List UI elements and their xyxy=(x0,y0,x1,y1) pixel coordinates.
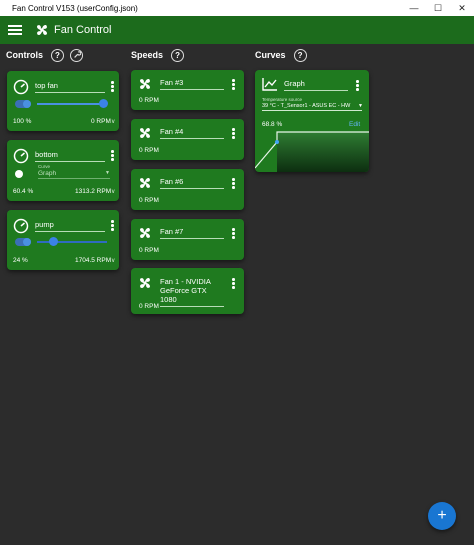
fan-icon xyxy=(140,128,150,138)
speed-rpm: 0 RPM xyxy=(139,147,159,154)
curve-percent: 68.8 % xyxy=(262,121,283,128)
control-card-pump: pump 24 % 1704.5 RPM ∨ xyxy=(7,210,119,270)
control-rpm: 1313.2 RPM xyxy=(75,188,112,195)
speedometer-icon xyxy=(13,218,29,234)
controls-title: Controls xyxy=(6,50,43,60)
control-rpm: 1704.5 RPM xyxy=(75,257,112,264)
more-options-icon[interactable] xyxy=(356,80,359,91)
speed-rpm: 0 RPM xyxy=(139,197,159,204)
line-chart-icon xyxy=(262,78,277,91)
control-percent: 24 % xyxy=(13,257,28,264)
temperature-source-label: Temperature source xyxy=(262,97,303,102)
speed-card: Fan #3 0 RPM xyxy=(131,70,244,110)
control-percent: 60.4 % xyxy=(13,188,34,195)
curve-name[interactable]: Graph xyxy=(284,79,348,91)
speedometer-icon xyxy=(13,79,29,95)
speed-name[interactable]: Fan #3 xyxy=(160,78,224,90)
speed-name-line2[interactable]: GeForce GTX 1080 xyxy=(160,286,224,307)
speed-card: Fan #7 0 RPM xyxy=(131,219,244,260)
dropdown-arrow-icon[interactable]: ▼ xyxy=(105,170,110,176)
add-button[interactable]: + xyxy=(428,502,456,530)
speed-rpm: 0 RPM xyxy=(139,303,159,310)
window-title: Fan Control V153 (userConfig.json) xyxy=(12,3,138,13)
window-titlebar: Fan Control V153 (userConfig.json) — ☐ ✕ xyxy=(0,0,474,16)
menu-icon[interactable] xyxy=(8,25,22,35)
controls-header: Controls ? xyxy=(6,47,83,63)
control-name[interactable]: top fan xyxy=(35,81,105,93)
control-rpm: 0 RPM xyxy=(91,118,111,125)
more-options-icon[interactable] xyxy=(232,178,235,189)
app-bar: Fan Control xyxy=(0,16,474,44)
speed-card: Fan 1 - NVIDIA GeForce GTX 1080 0 RPM xyxy=(131,268,244,314)
curves-title: Curves xyxy=(255,50,286,60)
speed-slider-thumb[interactable] xyxy=(99,99,108,108)
edit-link[interactable]: Edit xyxy=(349,121,360,128)
chevron-down-icon[interactable]: ∨ xyxy=(111,257,115,264)
toggle-knob xyxy=(23,238,31,246)
more-options-icon[interactable] xyxy=(111,220,114,231)
fan-icon xyxy=(140,178,150,188)
fan-icon xyxy=(140,228,150,238)
maximize-button[interactable]: ☐ xyxy=(426,0,450,16)
speed-card: Fan #4 0 RPM xyxy=(131,119,244,160)
speed-name[interactable]: Fan #7 xyxy=(160,227,224,239)
dropdown-arrow-icon[interactable]: ▼ xyxy=(358,103,363,109)
speed-name[interactable]: Fan #6 xyxy=(160,177,224,189)
app-title: Fan Control xyxy=(54,24,112,36)
fan-logo-icon xyxy=(37,25,47,35)
toggle-knob xyxy=(23,100,31,108)
speeds-title: Speeds xyxy=(131,50,164,60)
more-options-icon[interactable] xyxy=(232,79,235,90)
chevron-down-icon[interactable]: ∨ xyxy=(111,118,115,125)
control-name[interactable]: bottom xyxy=(35,150,105,162)
speed-slider-track[interactable] xyxy=(37,103,107,105)
speed-name[interactable]: Fan #4 xyxy=(160,127,224,139)
speeds-help-icon[interactable]: ? xyxy=(171,48,185,62)
speeds-header: Speeds ? xyxy=(131,47,185,63)
minimize-button[interactable]: — xyxy=(402,0,426,16)
more-options-icon[interactable] xyxy=(232,228,235,239)
close-button[interactable]: ✕ xyxy=(450,0,474,16)
more-options-icon[interactable] xyxy=(111,150,114,161)
curves-header: Curves ? xyxy=(255,47,307,63)
control-percent: 100 % xyxy=(13,118,32,125)
temperature-source-select[interactable]: 39 °C - T_Sensor1 - ASUS EC - HW xyxy=(262,103,362,111)
radio-indicator[interactable] xyxy=(15,170,23,178)
control-name[interactable]: pump xyxy=(35,220,105,232)
control-card-top-fan: top fan 100 % 0 RPM ∨ xyxy=(7,71,119,131)
curve-card-graph: Graph Temperature source 39 °C - T_Senso… xyxy=(255,70,369,172)
fan-icon xyxy=(140,79,150,89)
more-options-icon[interactable] xyxy=(232,128,235,139)
fan-icon xyxy=(140,278,150,288)
speed-rpm: 0 RPM xyxy=(139,247,159,254)
more-options-icon[interactable] xyxy=(232,278,235,289)
more-options-icon[interactable] xyxy=(111,81,114,92)
speed-name-line1[interactable]: Fan 1 - NVIDIA xyxy=(160,277,224,286)
curve-graph-preview xyxy=(255,131,369,172)
curves-help-icon[interactable]: ? xyxy=(293,48,307,62)
speed-card: Fan #6 0 RPM xyxy=(131,169,244,210)
control-card-bottom: bottom Curve Graph ▼ 60.4 % 1313.2 RPM ∨ xyxy=(7,140,119,201)
speed-slider-track[interactable] xyxy=(37,241,107,243)
chevron-down-icon[interactable]: ∨ xyxy=(111,188,115,195)
curve-label: Curve xyxy=(38,164,51,169)
speed-rpm: 0 RPM xyxy=(139,97,159,104)
curve-select[interactable]: Graph xyxy=(38,170,110,179)
speed-slider-thumb[interactable] xyxy=(48,237,58,246)
speedometer-icon xyxy=(13,148,29,164)
controls-help-icon[interactable]: ? xyxy=(51,48,64,62)
wrench-icon[interactable] xyxy=(70,48,83,62)
